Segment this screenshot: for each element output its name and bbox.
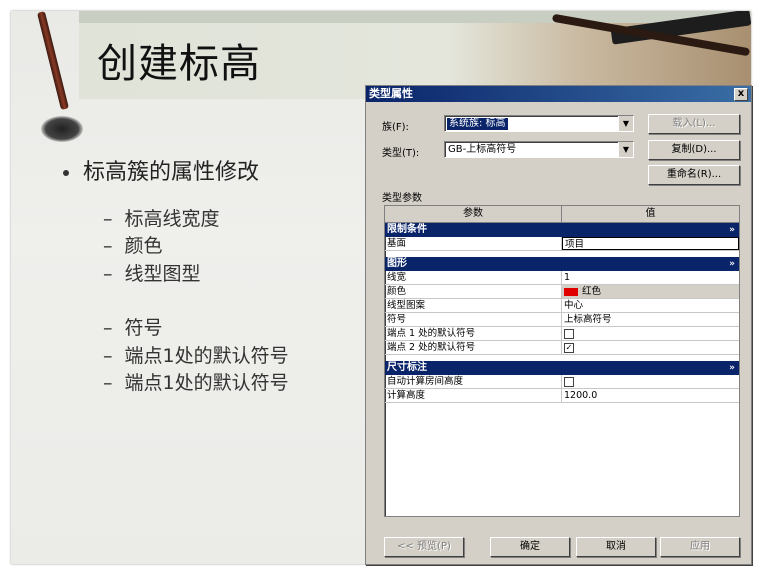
collapse-chevron-icon[interactable]: » [729,223,735,237]
param-name: 颜色 [385,285,562,298]
param-name: 线宽 [385,271,562,284]
sub-item-text: 线型图型 [124,263,201,285]
type-parameters-grid: 参数 值 限制条件 » 基面 项目 图形 » 线宽 1 颜色 红色 线型图案 中… [384,205,740,517]
family-select-value: 系统族: 标高 [447,118,508,130]
param-value[interactable]: 上标高符号 [562,313,739,326]
collapse-chevron-icon[interactable]: » [729,257,735,271]
collapse-chevron-icon[interactable]: » [729,361,735,375]
cancel-button[interactable]: 取消 [576,537,656,557]
type-select[interactable]: GB-上标高符号 ▼ [444,141,634,158]
dialog-title: 类型属性 [369,87,413,100]
dash: – [103,317,113,339]
param-value [562,327,739,340]
group-name: 图形 [387,258,407,269]
endpoint1-checkbox[interactable] [564,328,574,339]
chevron-down-icon[interactable]: ▼ [618,116,633,131]
apply-button[interactable]: 应用 [660,537,740,557]
sub-item: – 符号 [103,313,163,340]
family-select[interactable]: 系统族: 标高 ▼ [444,115,634,132]
preview-button[interactable]: << 预览(P) [384,537,464,557]
duplicate-button[interactable]: 复制(D)... [648,140,740,160]
sub-item: – 颜色 [103,231,163,258]
sub-item-text: 端点1处的默认符号 [124,345,289,367]
color-name: 红色 [582,286,602,297]
main-bullet-text: 标高簇的属性修改 [83,160,260,185]
rename-button[interactable]: 重命名(R)... [648,165,740,185]
table-row[interactable]: 端点 1 处的默认符号 [385,327,739,341]
dash: – [103,263,113,285]
param-value [562,375,739,388]
dash: – [103,372,113,394]
table-row[interactable]: 计算高度 1200.0 [385,389,739,403]
type-select-value: GB-上标高符号 [448,144,517,155]
grid-header: 参数 值 [385,206,739,223]
param-name: 端点 2 处的默认符号 [385,341,562,354]
column-header-value[interactable]: 值 [562,206,739,222]
close-icon[interactable]: x [734,88,748,101]
slide-title: 创建标高 [97,41,261,87]
table-row[interactable]: 线型图案 中心 [385,299,739,313]
table-row[interactable]: 符号 上标高符号 [385,313,739,327]
load-button[interactable]: 载入(L)... [648,114,740,134]
param-name: 自动计算房间高度 [385,375,562,388]
main-bullet: 标高簇的属性修改 [63,154,259,186]
color-swatch-icon [564,287,578,296]
table-row[interactable]: 端点 2 处的默认符号 ✓ [385,341,739,355]
dialog-title-bar: 类型属性 x [366,86,751,102]
table-row[interactable]: 颜色 红色 [385,285,739,299]
group-header-constraints[interactable]: 限制条件 » [385,223,739,237]
group-name: 尺寸标注 [387,362,427,373]
ok-button[interactable]: 确定 [490,537,570,557]
type-params-label: 类型参数 [382,193,422,204]
table-row[interactable]: 基面 项目 [385,237,739,251]
sub-item: – 线型图型 [103,259,201,286]
sub-item: – 端点1处的默认符号 [103,341,289,368]
sub-item-text: 符号 [124,317,163,339]
sub-item: – 标高线宽度 [103,204,220,231]
param-value: ✓ [562,341,739,354]
table-row[interactable]: 自动计算房间高度 [385,375,739,389]
type-label: 类型(T): [382,148,420,159]
endpoint2-checkbox[interactable]: ✓ [564,342,574,353]
group-name: 限制条件 [387,224,427,235]
calligraphy-brush-icon [37,11,69,111]
sub-item-text: 标高线宽度 [124,208,220,230]
param-name: 基面 [385,237,562,250]
family-label: 族(F): [382,122,409,133]
group-header-graphics[interactable]: 图形 » [385,257,739,271]
sub-item-text: 端点1处的默认符号 [124,372,289,394]
column-header-param[interactable]: 参数 [385,206,562,222]
group-header-dimensions[interactable]: 尺寸标注 » [385,361,739,375]
param-name: 端点 1 处的默认符号 [385,327,562,340]
sub-item: – 端点1处的默认符号 [103,368,289,395]
param-value[interactable]: 中心 [562,299,739,312]
param-name: 线型图案 [385,299,562,312]
type-properties-dialog: 类型属性 x 族(F): 系统族: 标高 ▼ 载入(L)... 类型(T): G… [365,85,752,565]
color-value-button[interactable]: 红色 [562,285,739,298]
param-value[interactable]: 项目 [562,237,739,250]
auto-room-height-checkbox[interactable] [564,376,574,387]
slide-top-bar [79,11,751,23]
sub-item-text: 颜色 [124,235,163,257]
bullet-dot-icon [63,170,69,176]
dash: – [103,208,113,230]
param-value[interactable]: 1200.0 [562,389,739,402]
dash: – [103,345,113,367]
param-value[interactable]: 1 [562,271,739,284]
chevron-down-icon[interactable]: ▼ [618,142,633,157]
dash: – [103,235,113,257]
param-name: 计算高度 [385,389,562,402]
table-row[interactable]: 线宽 1 [385,271,739,285]
ink-splash-icon [41,116,83,142]
param-name: 符号 [385,313,562,326]
